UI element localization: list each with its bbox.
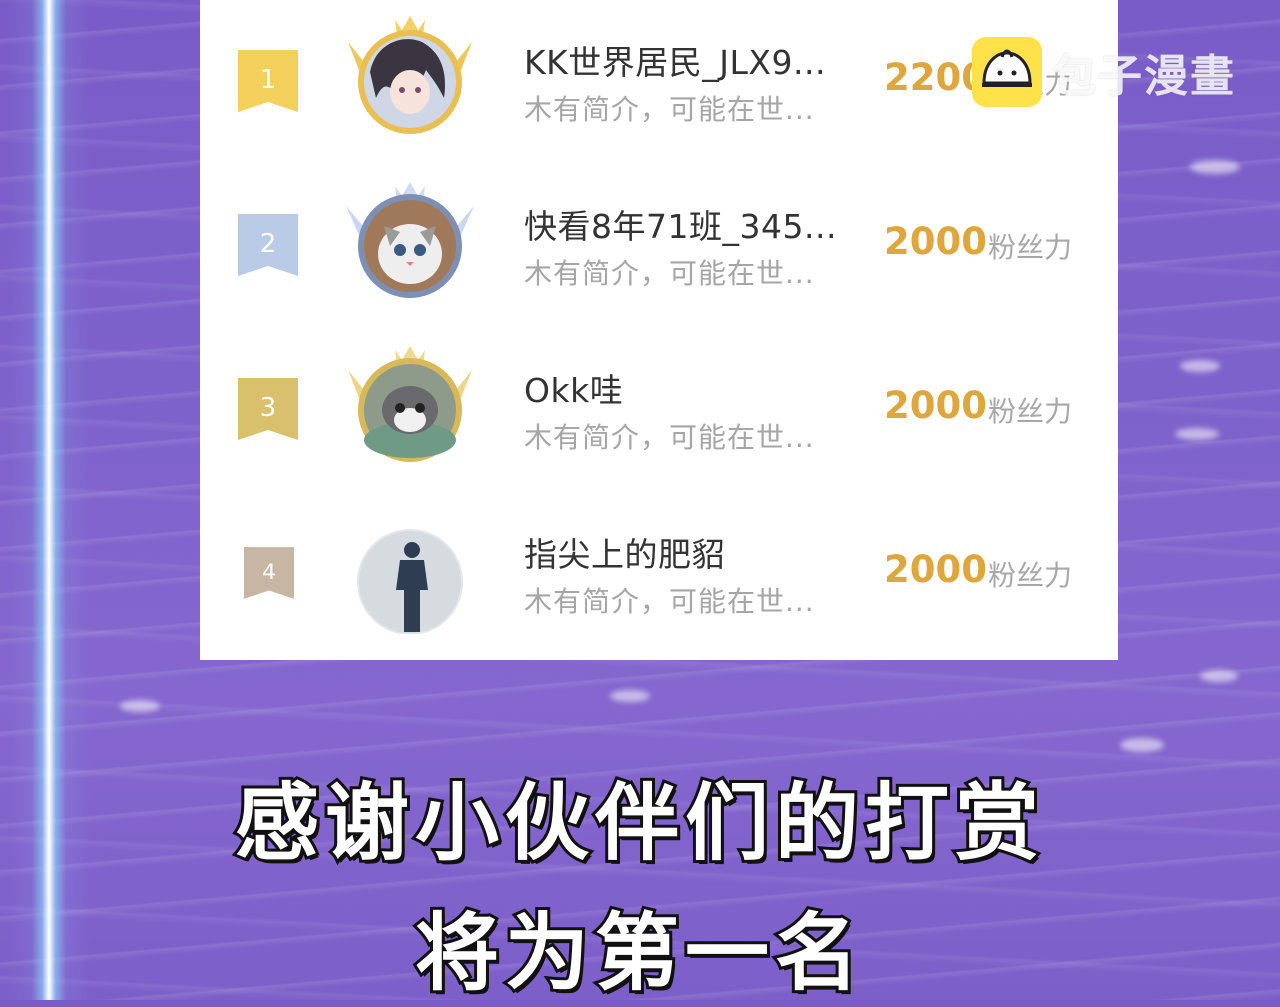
rank-number: 2 [260,229,277,259]
user-name[interactable]: KK世界居民_JLX9... [524,36,826,84]
rank-badge: 1 [238,50,298,112]
rank-badge: 3 [238,378,298,440]
user-name[interactable]: Okk哇 [524,364,623,412]
fan-points-unit: 粉丝力 [988,231,1073,264]
avatar[interactable] [340,504,480,634]
light-speck [1175,428,1219,440]
user-intro: 木有简介，可能在世... [524,93,815,126]
rank-badge: 2 [238,214,298,276]
avatar[interactable] [340,12,480,142]
watermark: 包子漫畫 [972,36,1236,108]
rank-badge: 4 [244,546,294,600]
fan-points-value: 2000 [884,384,987,427]
fan-points-unit: 粉丝力 [988,395,1073,428]
fan-points-unit: 粉丝力 [988,559,1073,592]
user-name[interactable]: 快看8年71班_345... [524,200,837,248]
fan-points-value: 2000 [884,220,987,263]
user-name[interactable]: 指尖上的肥貂 [524,528,725,576]
rank-number: 1 [260,65,277,95]
user-intro: 木有简介，可能在世... [524,585,815,618]
watermark-text: 包子漫畫 [1052,51,1236,102]
caption-line-2: 将为第一名 [412,901,865,1005]
light-speck [1200,670,1238,682]
light-speck [120,700,160,712]
ranking-row[interactable]: 3 Okk哇 木有简介，可能在世... 2000 粉丝力 [200,328,1118,492]
user-intro: 木有简介，可能在世... [524,421,815,454]
rank-number: 3 [260,393,277,423]
avatar[interactable] [340,340,480,470]
rank-number: 4 [262,560,276,585]
light-speck [1190,160,1240,174]
avatar[interactable] [340,176,480,306]
fan-points-value: 2000 [884,548,987,591]
light-speck [1120,738,1164,752]
light-speck [1180,360,1220,372]
caption-line-1: 感谢小伙伴们的打赏 [232,771,1045,875]
bun-mascot-icon [972,37,1042,107]
ranking-row[interactable]: 4 指尖上的肥貂 木有简介，可能在世... 2000 粉丝力 [200,492,1118,656]
ranking-row[interactable]: 2 快看8年71班_345... 木有简介，可能在世... 2000 粉丝力 [200,164,1118,328]
user-intro: 木有简介，可能在世... [524,257,815,290]
light-speck [610,690,650,702]
